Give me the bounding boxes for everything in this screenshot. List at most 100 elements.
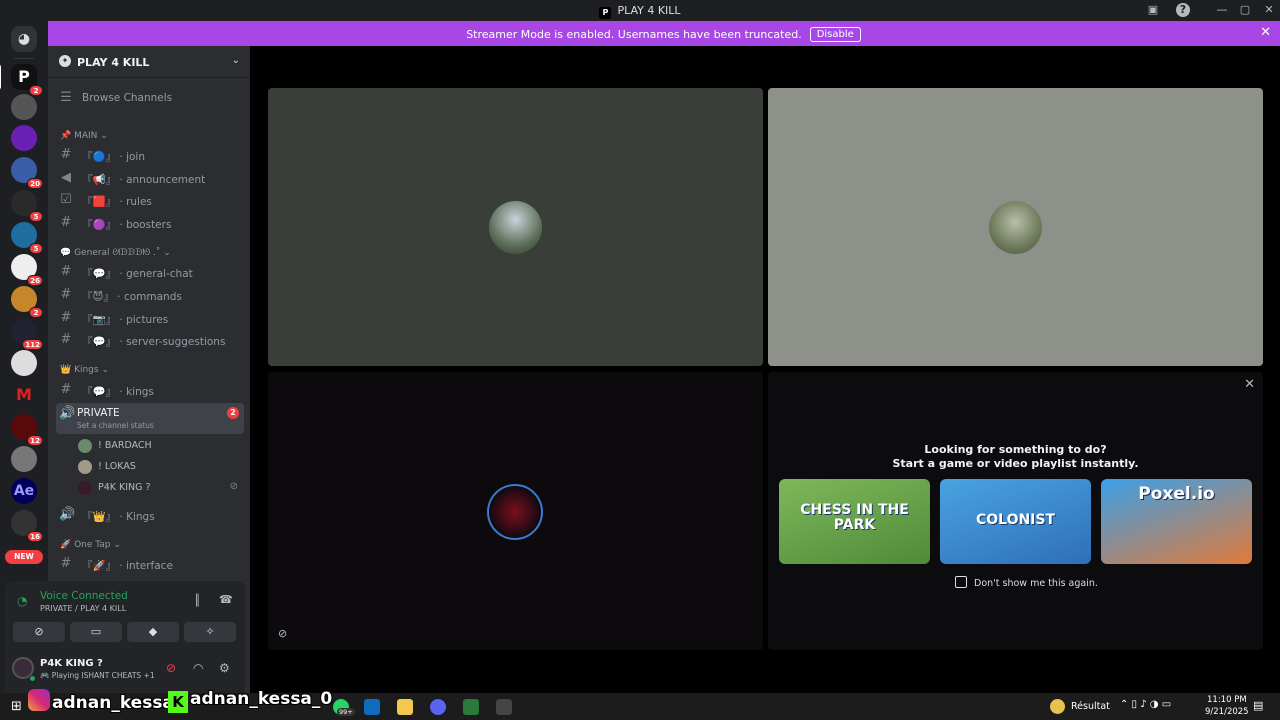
title-bar: P PLAY 4 KILL ▣ ? — ▢ ✕ — [0, 0, 1280, 21]
mic-muted-icon[interactable]: ⊘ — [166, 661, 176, 675]
voice-location[interactable]: PRIVATE / PLAY 4 KILL — [40, 604, 126, 613]
server-icon[interactable] — [11, 446, 37, 472]
server-icon[interactable] — [11, 94, 37, 120]
app-icon[interactable] — [463, 699, 479, 715]
channel-announcement[interactable]: ◀ 『📢』 · announcement — [56, 167, 244, 188]
weather-icon[interactable] — [1050, 699, 1065, 714]
activity-card-colonist[interactable]: COLONIST — [940, 479, 1091, 564]
activity-button[interactable]: ◆ — [127, 622, 179, 642]
server-icon[interactable]: 112 — [11, 318, 43, 350]
channel-rules[interactable]: ☑ 『🟥』 · rules — [56, 189, 244, 210]
channel-pictures[interactable]: # 『📷』 · pictures — [56, 307, 244, 328]
server-badge: 112 — [22, 339, 43, 350]
browse-channels[interactable]: ☰ Browse Channels — [56, 87, 244, 108]
server-icon[interactable]: M — [11, 382, 37, 408]
weather-label[interactable]: Résultat — [1071, 701, 1110, 712]
activity-card-chess[interactable]: CHESS IN THE PARK — [779, 479, 930, 564]
help-icon[interactable]: ? — [1176, 3, 1190, 17]
list-icon: ☰ — [60, 90, 72, 105]
gear-icon[interactable]: ⚙ — [219, 661, 230, 675]
user-panel: P4K KING ? 🎮 Playing ISHANT CHEATS +1 ⊘ … — [5, 646, 245, 693]
category-general[interactable]: 💬 General ᘛᗬᗬᗬᘚ .˚ ⌄ — [60, 248, 171, 258]
voice-channel-private[interactable]: 🔊 PRIVATE Set a channel status 2 — [56, 403, 244, 434]
channel-kings[interactable]: # 『💬』 · kings — [56, 379, 244, 400]
dont-show-label: Don't show me this again. — [974, 578, 1098, 589]
discord-home-icon[interactable]: ◕ — [11, 26, 37, 52]
dont-show-checkbox[interactable]: Don't show me this again. — [955, 576, 1098, 589]
overlay-kick: Kadnan_kessa_0 — [168, 689, 332, 717]
windows-start-icon[interactable]: ⊞ — [11, 699, 22, 714]
inbox-icon[interactable]: ▣ — [1146, 3, 1160, 17]
activity-card-poxel[interactable]: Poxel.io — [1101, 479, 1252, 564]
channel-join[interactable]: # 『🔵』 · join — [56, 144, 244, 165]
close-window-button[interactable]: ✕ — [1262, 3, 1276, 17]
participant-tile[interactable] — [268, 88, 763, 366]
discord-taskbar-icon[interactable] — [430, 699, 446, 715]
category-main[interactable]: 📌 MAIN ⌄ — [60, 131, 108, 141]
server-icon-play4kill[interactable]: P2 — [11, 64, 43, 96]
server-icon[interactable]: 20 — [11, 157, 43, 189]
channel-boosters[interactable]: # 『🟣』 · boosters — [56, 212, 244, 233]
server-icon[interactable]: 5 — [11, 190, 43, 222]
signal-icon: ◔ — [17, 594, 28, 608]
notification-icon[interactable]: ▤ — [1253, 699, 1263, 712]
category-label: Kings — [74, 365, 99, 375]
tray-icons[interactable]: ⌃ ▯ ♪ ◑ ▭ — [1120, 699, 1171, 710]
channel-server-suggestions[interactable]: # 『💬』 · server-suggestions — [56, 329, 244, 350]
clock-time[interactable]: 11:10 PM — [1207, 695, 1247, 705]
disable-button[interactable]: Disable — [809, 27, 861, 42]
channel-interface[interactable]: # 『🚀』 · interface — [56, 553, 244, 574]
disconnect-icon[interactable]: ☎ — [219, 593, 233, 606]
server-icon[interactable]: 16 — [11, 510, 43, 542]
server-icon[interactable]: 12 — [11, 414, 43, 446]
voice-user[interactable]: P4K KING ? ⊘ — [78, 479, 238, 497]
category-onetap[interactable]: 🚀 One Tap ⌄ — [60, 540, 121, 550]
user-name[interactable]: P4K KING ? — [40, 658, 103, 669]
server-badge: 12 — [27, 435, 43, 446]
new-badge[interactable]: NEW — [5, 550, 43, 564]
channel-status[interactable]: Set a channel status — [77, 421, 154, 430]
category-label: One Tap — [74, 540, 111, 550]
minimize-button[interactable]: — — [1215, 3, 1229, 17]
overlay-handle: adnan_kessa_ — [52, 693, 183, 713]
whatsapp-icon[interactable]: 99+ — [333, 699, 355, 716]
close-icon[interactable]: ✕ — [1244, 377, 1255, 392]
channel-label: 『🟥』 · rules — [82, 196, 152, 208]
category-kings[interactable]: 👑 Kings ⌄ — [60, 365, 109, 375]
card-title: Poxel.io — [1138, 484, 1215, 504]
server-icon-ae[interactable]: Ae — [11, 478, 37, 504]
server-icon[interactable] — [11, 350, 37, 376]
voice-channel-kings[interactable]: 🔊 『👑』 · Kings — [56, 504, 244, 525]
channel-label: 『🔵』 · join — [82, 151, 145, 163]
server-icon[interactable]: 2 — [11, 286, 43, 318]
outlook-icon[interactable] — [364, 699, 380, 715]
participant-tile[interactable]: ⊘ — [268, 372, 763, 650]
channel-label: 『💬』 · kings — [82, 386, 154, 398]
server-badge: 5 — [29, 243, 43, 254]
server-header[interactable]: ✦ PLAY 4 KILL ⌄ — [48, 46, 250, 78]
server-icon[interactable]: 26 — [11, 254, 43, 286]
server-icon[interactable] — [11, 125, 37, 151]
app-icon[interactable] — [496, 699, 512, 715]
soundboard-button[interactable]: ✧ — [184, 622, 236, 642]
hash-icon: # — [60, 287, 72, 302]
channel-commands[interactable]: # 『😈』 · commands — [56, 284, 244, 305]
hash-icon: # — [60, 382, 72, 397]
chevron-down-icon[interactable]: ⌄ — [232, 55, 240, 66]
camera-button[interactable]: ⊘ — [13, 622, 65, 642]
banner-message-wrap: Streamer Mode is enabled. Usernames have… — [47, 27, 1280, 42]
screen-share-button[interactable]: ▭ — [70, 622, 122, 642]
headset-icon[interactable]: ◠ — [193, 661, 203, 675]
checkbox-icon[interactable] — [955, 576, 967, 588]
hash-icon: # — [60, 310, 72, 325]
file-explorer-icon[interactable] — [397, 699, 413, 715]
channel-label: 『💬』 · general-chat — [82, 268, 193, 280]
channel-general-chat[interactable]: # 『💬』 · general-chat — [56, 261, 244, 282]
server-icon[interactable]: 5 — [11, 222, 43, 254]
banner-close-icon[interactable]: ✕ — [1260, 25, 1271, 40]
noise-suppression-icon[interactable]: ║ — [194, 594, 201, 607]
participant-tile[interactable] — [768, 88, 1263, 366]
maximize-button[interactable]: ▢ — [1238, 3, 1252, 17]
clock-date[interactable]: 9/21/2025 — [1205, 707, 1249, 717]
voice-status[interactable]: Voice Connected — [40, 590, 128, 602]
